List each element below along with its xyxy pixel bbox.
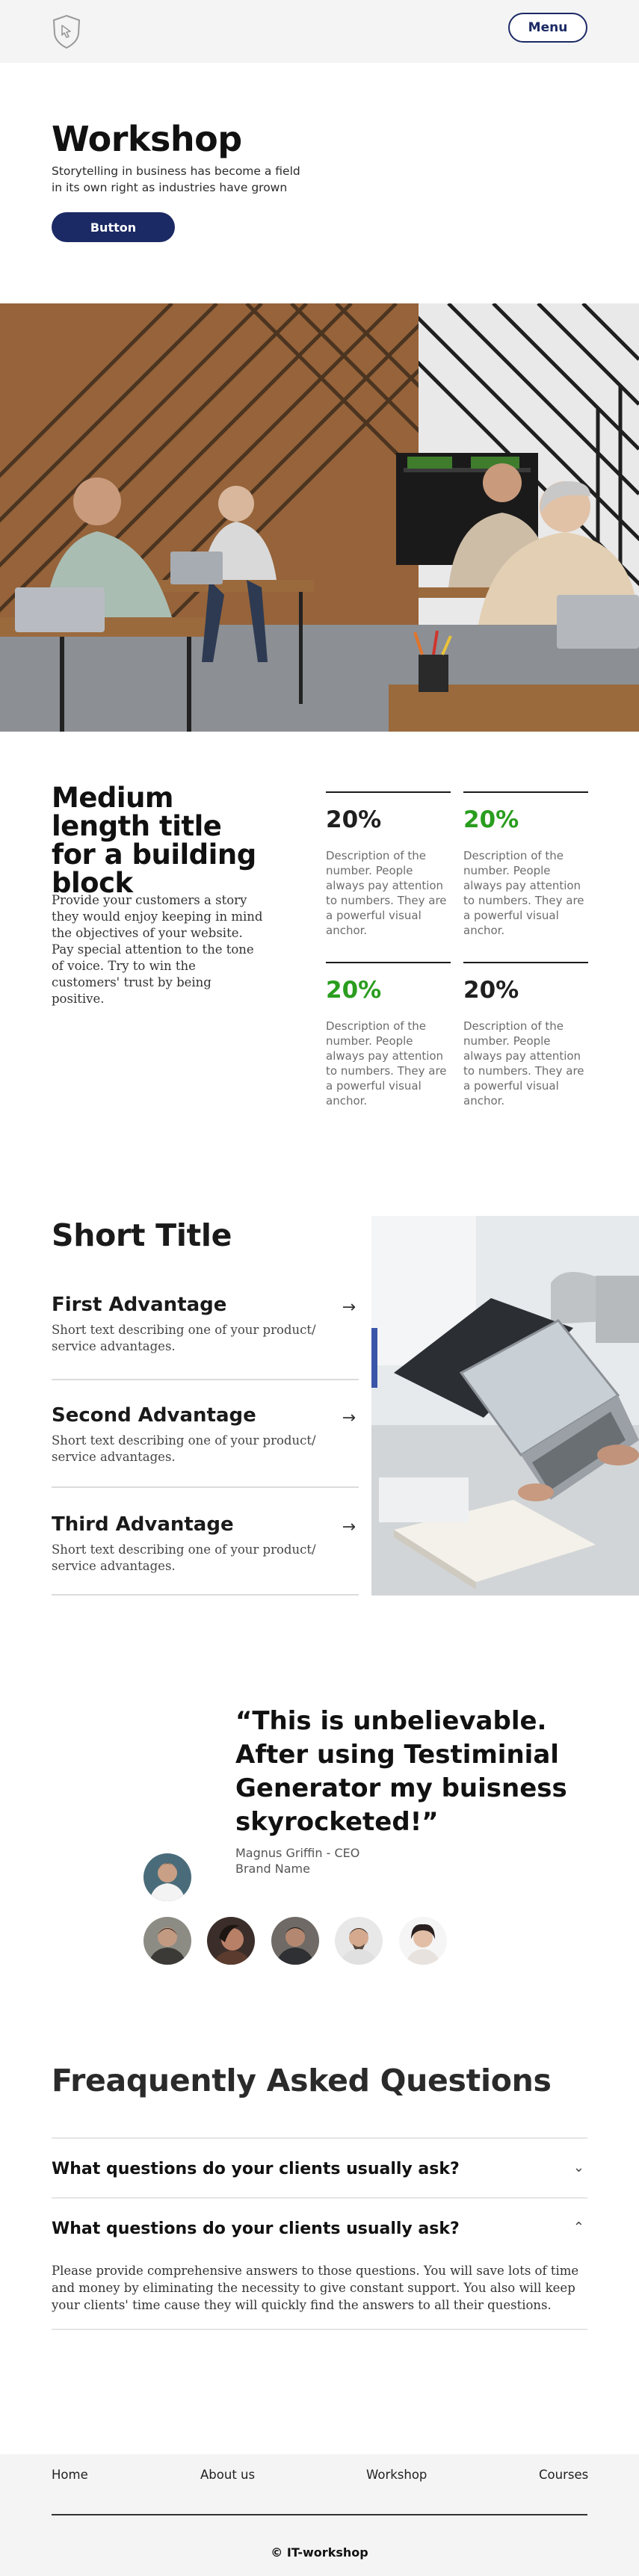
stat-description: Description of the number. People always… bbox=[463, 849, 584, 937]
advantages-title: Short Title bbox=[52, 1217, 232, 1253]
faq-question-text: What questions do your clients usually a… bbox=[52, 2160, 460, 2178]
divider bbox=[52, 2137, 587, 2139]
avatar[interactable] bbox=[271, 1917, 319, 1965]
advantage-item-second[interactable]: Second Advantage Short text describing o… bbox=[52, 1404, 359, 1465]
author-company: Brand Name bbox=[235, 1862, 310, 1876]
divider bbox=[52, 2329, 587, 2330]
page-title: Workshop bbox=[52, 119, 242, 159]
stat-item: 20% Description of the number. People al… bbox=[463, 791, 588, 938]
advantage-title: Third Advantage bbox=[52, 1513, 234, 1536]
laptop-work-photo bbox=[371, 1216, 639, 1596]
advantage-title: Second Advantage bbox=[52, 1404, 256, 1427]
footer-link-courses[interactable]: Courses bbox=[539, 2468, 588, 2482]
testimonial-section: “This is unbelievable. After using Testi… bbox=[0, 1596, 639, 2025]
stat-item: 20% Description of the number. People al… bbox=[326, 962, 451, 1108]
faq-answer: Please provide comprehensive answers to … bbox=[52, 2264, 579, 2312]
avatar[interactable] bbox=[399, 1917, 447, 1965]
stat-value: 20% bbox=[326, 977, 382, 1004]
advantage-text: Short text describing one of your produc… bbox=[52, 1542, 316, 1573]
advantage-item-third[interactable]: Third Advantage Short text describing on… bbox=[52, 1513, 359, 1575]
hero-cta-button[interactable]: Button bbox=[52, 212, 175, 242]
footer-link-home[interactable]: Home bbox=[52, 2468, 88, 2482]
stat-description: Description of the number. People always… bbox=[326, 1019, 447, 1108]
stat-item: 20% Description of the number. People al… bbox=[463, 962, 588, 1108]
avatar[interactable] bbox=[143, 1917, 191, 1965]
arrow-right-icon[interactable]: → bbox=[342, 1298, 356, 1317]
divider bbox=[52, 1486, 359, 1488]
divider bbox=[52, 2197, 587, 2199]
stat-description: Description of the number. People always… bbox=[326, 849, 447, 937]
advantage-title: First Advantage bbox=[52, 1294, 227, 1316]
arrow-right-icon[interactable]: → bbox=[342, 1409, 356, 1427]
avatar[interactable] bbox=[335, 1917, 383, 1965]
testimonial-author: Magnus Griffin - CEO Brand Name bbox=[235, 1845, 359, 1877]
hero-subtitle: Storytelling in business has become a fi… bbox=[52, 164, 300, 194]
chevron-up-icon[interactable]: ⌃ bbox=[573, 2220, 584, 2235]
stat-value: 20% bbox=[326, 806, 382, 833]
faq-title: Freaquently Asked Questions bbox=[52, 2063, 552, 2098]
author-name-role: Magnus Griffin - CEO bbox=[235, 1846, 360, 1860]
top-navigation-bar: Menu bbox=[0, 0, 639, 63]
faq-question-2[interactable]: What questions do your clients usually a… bbox=[52, 2220, 587, 2238]
footer-link-workshop[interactable]: Workshop bbox=[366, 2468, 427, 2482]
stats-intro: Provide your customers a story they woul… bbox=[52, 893, 263, 1006]
shield-logo-icon[interactable] bbox=[51, 13, 82, 49]
stat-value: 20% bbox=[463, 977, 519, 1004]
stat-description: Description of the number. People always… bbox=[463, 1019, 584, 1108]
arrow-right-icon[interactable]: → bbox=[342, 1518, 356, 1536]
advantage-item-first[interactable]: First Advantage Short text describing on… bbox=[52, 1294, 359, 1355]
stats-section: Medium length title for a building block… bbox=[0, 732, 639, 1216]
divider bbox=[52, 1379, 359, 1380]
stat-item: 20% Description of the number. People al… bbox=[326, 791, 451, 938]
copyright: © IT-workshop bbox=[271, 2545, 368, 2560]
footer-link-about[interactable]: About us bbox=[200, 2468, 255, 2482]
avatar-active[interactable] bbox=[143, 1853, 191, 1901]
advantage-text: Short text describing one of your produc… bbox=[52, 1323, 316, 1353]
menu-button[interactable]: Menu bbox=[508, 13, 587, 43]
hero-section: Workshop Storytelling in business has be… bbox=[0, 63, 639, 303]
stat-value: 20% bbox=[463, 806, 519, 833]
office-workshop-photo bbox=[0, 303, 639, 732]
footer-divider bbox=[52, 2514, 587, 2515]
testimonial-quote: “This is unbelievable. After using Testi… bbox=[235, 1706, 567, 1837]
faq-question-text: What questions do your clients usually a… bbox=[52, 2220, 460, 2238]
advantage-text: Short text describing one of your produc… bbox=[52, 1433, 316, 1464]
advantages-section: Short Title First Advantage Short text d… bbox=[0, 1216, 639, 1596]
chevron-down-icon[interactable]: ⌄ bbox=[573, 2160, 584, 2175]
footer: Home About us Workshop Courses © IT-work… bbox=[0, 2454, 639, 2576]
avatar[interactable] bbox=[207, 1917, 255, 1965]
faq-question-1[interactable]: What questions do your clients usually a… bbox=[52, 2160, 587, 2178]
stats-title: Medium length title for a building block bbox=[52, 782, 256, 899]
faq-section: Freaquently Asked Questions What questio… bbox=[0, 2025, 639, 2454]
